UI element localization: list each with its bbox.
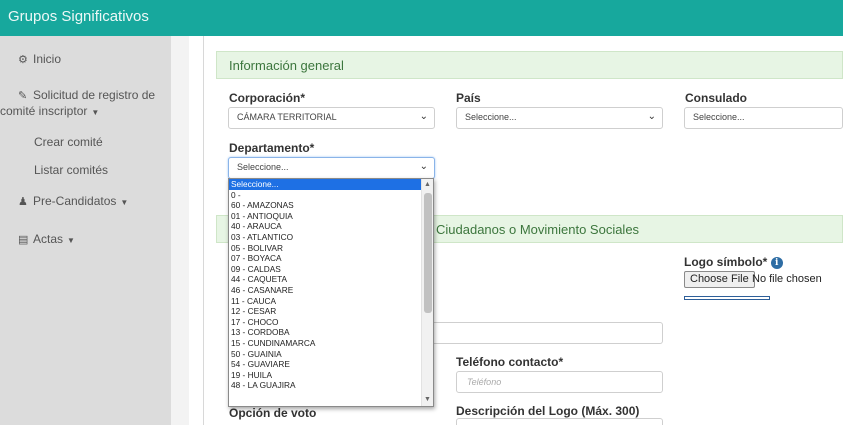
dropdown-scrollbar[interactable]: ▲ ▼	[421, 179, 433, 406]
dropdown-option[interactable]: 05 - BOLIVAR	[229, 243, 433, 254]
dropdown-option[interactable]: 60 - AMAZONAS	[229, 200, 433, 211]
panel-title: Información general	[229, 58, 344, 73]
info-icon[interactable]: i	[770, 256, 783, 269]
content-divider	[203, 36, 204, 425]
sidebar-item-inicio[interactable]: ⚙ Inicio	[18, 52, 61, 66]
opcion-voto-label: Opción de voto	[229, 406, 317, 420]
chevron-down-icon: ⌄	[419, 111, 428, 122]
dropdown-options: Seleccione... 0 -60 - AMAZONAS 01 - ANTIOQ…	[229, 179, 433, 391]
text-field[interactable]	[425, 322, 663, 344]
telefono-input[interactable]: Teléfono	[456, 371, 663, 393]
dropdown-option[interactable]: 15 - CUNDINAMARCA	[229, 338, 433, 349]
departamento-label: Departamento*	[229, 141, 315, 155]
descripcion-logo-input[interactable]	[456, 418, 663, 425]
sidebar-item-actas[interactable]: ▤ Actas ▼	[18, 232, 75, 246]
dropdown-option[interactable]: 11 - CAUCA	[229, 296, 433, 307]
telefono-label: Teléfono contacto*	[456, 355, 564, 369]
sidebar-item-label: Solicitud de registro de	[33, 88, 156, 102]
consulado-label: Consulado	[685, 91, 747, 105]
file-status: No file chosen	[752, 273, 822, 285]
sidebar-item-pre-candidatos[interactable]: ♟ Pre-Candidatos ▼	[18, 194, 128, 208]
sidebar-item-label: comité inscriptor	[0, 104, 88, 118]
sidebar-item-label: Actas	[33, 232, 64, 246]
top-bar: Grupos Significativos	[0, 0, 843, 36]
caret-down-icon: ▼	[120, 198, 129, 207]
pais-label: País	[456, 91, 481, 105]
caret-down-icon: ▼	[67, 236, 75, 245]
logo-label: Logo símbolo* i	[684, 255, 783, 269]
dropdown-option[interactable]: 48 - LA GUAJIRA	[229, 380, 433, 391]
dropdown-option[interactable]: 01 - ANTIOQUIA	[229, 211, 433, 222]
edit-icon: ✎	[18, 90, 28, 102]
sidebar-item-label: Inicio	[33, 52, 62, 66]
dropdown-option[interactable]: 44 - CAQUETA	[229, 274, 433, 285]
departamento-dropdown-list[interactable]: Seleccione... 0 -60 - AMAZONAS 01 - ANTIOQ…	[228, 178, 434, 407]
file-icon: ▤	[18, 234, 29, 246]
caret-down-icon: ▼	[91, 108, 100, 117]
upload-progress-bar	[684, 296, 770, 300]
dropdown-option[interactable]: 03 - ATLANTICO	[229, 232, 433, 243]
dashboard-icon: ⚙	[18, 54, 28, 66]
dropdown-option[interactable]: 46 - CASANARE	[229, 285, 433, 296]
dropdown-option[interactable]: 12 - CESAR	[229, 306, 433, 317]
consulado-select[interactable]: Seleccione...	[684, 107, 843, 129]
pais-select[interactable]: Seleccione... ⌄	[456, 107, 663, 129]
dropdown-option[interactable]: 07 - BOYACA	[229, 253, 433, 264]
dropdown-option[interactable]: Seleccione...	[229, 179, 433, 190]
choose-file-button[interactable]: Choose File	[684, 271, 755, 288]
sidebar-item-crear-comite[interactable]: Crear comité	[34, 135, 103, 149]
scroll-up-icon[interactable]: ▲	[422, 179, 433, 191]
dropdown-option[interactable]: 09 - CALDAS	[229, 264, 433, 275]
dropdown-option[interactable]: 19 - HUILA	[229, 370, 433, 381]
scrollbar-thumb[interactable]	[424, 193, 432, 313]
users-icon: ♟	[18, 196, 28, 208]
dropdown-option[interactable]: 40 - ARAUCA	[229, 221, 433, 232]
scroll-down-icon[interactable]: ▼	[422, 394, 433, 406]
corporacion-select[interactable]: CÁMARA TERRITORIAL ⌄	[228, 107, 435, 129]
panel-header-informacion-general: Información general	[216, 51, 843, 79]
chevron-down-icon: ⌄	[419, 161, 428, 172]
sidebar-item-listar-comites[interactable]: Listar comités	[34, 163, 108, 177]
app-title[interactable]: Grupos Significativos	[8, 8, 149, 25]
chevron-down-icon: ⌄	[647, 111, 656, 122]
dropdown-option[interactable]: 50 - GUAINIA	[229, 349, 433, 360]
dropdown-option[interactable]: 0 -	[229, 190, 433, 201]
panel-title: Ciudadanos o Movimiento Sociales	[436, 222, 640, 237]
sidebar-item-solicitud[interactable]: ✎ Solicitud de registro de comité inscrip…	[0, 88, 156, 120]
descripcion-logo-label: Descripción del Logo (Máx. 300)	[456, 404, 640, 418]
dropdown-option[interactable]: 13 - CORDOBA	[229, 327, 433, 338]
departamento-select[interactable]: Seleccione... ⌄	[228, 157, 435, 179]
dropdown-option[interactable]: 54 - GUAVIARE	[229, 359, 433, 370]
sidebar-item-label: Pre-Candidatos	[33, 194, 117, 208]
dropdown-option[interactable]: 17 - CHOCO	[229, 317, 433, 328]
sidebar: ⚙ Inicio ✎ Solicitud de registro de comité…	[0, 36, 171, 425]
corporacion-label: Corporación*	[229, 91, 306, 105]
sidebar-gutter	[171, 36, 189, 425]
